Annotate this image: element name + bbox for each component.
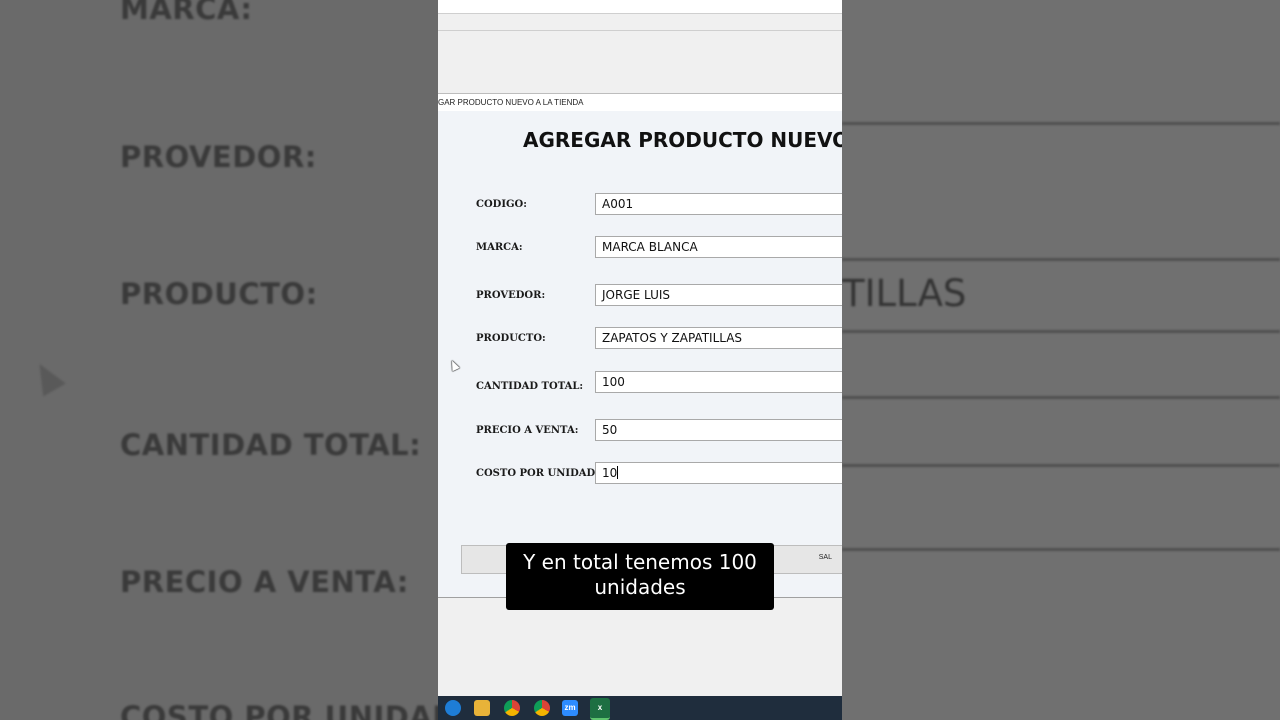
bg-label-precio: PRECIO A VENTA: <box>120 565 409 599</box>
codigo-label: CODIGO: <box>476 199 527 210</box>
bg-label-producto: PRODUCTO: <box>120 277 318 311</box>
window-title: GAR PRODUCTO NUEVO A LA TIENDA <box>438 98 584 107</box>
codigo-input[interactable]: A001 <box>595 193 842 215</box>
costo-unidad-value: 10 <box>602 466 618 480</box>
excel-icon[interactable]: x <box>590 698 610 720</box>
bg-divider <box>842 122 1280 125</box>
bg-divider <box>842 396 1280 399</box>
file-explorer-icon[interactable] <box>474 700 490 716</box>
marca-input[interactable]: MARCA BLANCA <box>595 236 842 258</box>
product-form: AGREGAR PRODUCTO NUEVO CODIGO: A001 MARC… <box>438 111 842 598</box>
cantidad-total-label: CANTIDAD TOTAL: <box>476 381 584 392</box>
bg-divider <box>842 548 1280 551</box>
bg-divider <box>842 258 1280 261</box>
app-screen: GAR PRODUCTO NUEVO A LA TIENDA AGREGAR P… <box>438 0 842 720</box>
costo-unidad-input[interactable]: 10 <box>595 462 842 484</box>
top-divider <box>438 30 842 31</box>
bg-right-text: TILLAS <box>842 272 967 315</box>
bg-divider <box>842 464 1280 467</box>
provedor-input[interactable]: JORGE LUIS <box>595 284 842 306</box>
edge-icon[interactable] <box>445 700 461 716</box>
bg-cursor-icon <box>28 357 66 397</box>
precio-venta-input[interactable]: 50 <box>595 419 842 441</box>
chrome-profile-icon[interactable] <box>534 700 550 716</box>
producto-input[interactable]: ZAPATOS Y ZAPATILLAS <box>595 327 842 349</box>
subtitle-caption: Y en total tenemos 100 unidades <box>506 543 774 610</box>
cantidad-total-input[interactable]: 100 <box>595 371 842 393</box>
zoom-icon[interactable]: zm <box>562 700 578 716</box>
bg-divider <box>842 330 1280 333</box>
chrome-icon[interactable] <box>504 700 520 716</box>
windows-taskbar: zm x <box>438 696 842 720</box>
bg-label-marca: MARCA: <box>120 0 253 26</box>
window-title-bar: GAR PRODUCTO NUEVO A LA TIENDA <box>438 93 842 112</box>
bg-right-panel <box>842 0 1280 720</box>
provedor-label: PROVEDOR: <box>476 290 546 301</box>
precio-venta-label: PRECIO A VENTA: <box>476 425 579 436</box>
form-heading: AGREGAR PRODUCTO NUEVO <box>523 128 842 152</box>
excel-icon-label: x <box>597 703 603 712</box>
caption-line-1: Y en total tenemos 100 <box>523 550 757 574</box>
bg-label-cantidad: CANTIDAD TOTAL: <box>120 428 422 462</box>
zoom-icon-label: zm <box>564 703 576 712</box>
text-caret <box>617 466 619 479</box>
producto-label: PRODUCTO: <box>476 333 546 344</box>
caption-line-2: unidades <box>594 575 686 599</box>
marca-label: MARCA: <box>476 242 523 253</box>
costo-unidad-label: COSTO POR UNIDAD: <box>476 468 599 479</box>
top-bar <box>438 0 842 14</box>
bg-label-provedor: PROVEDOR: <box>120 140 317 174</box>
salir-button[interactable]: SAL <box>819 554 832 561</box>
bg-label-costo: COSTO POR UNIDAD: <box>120 700 469 720</box>
